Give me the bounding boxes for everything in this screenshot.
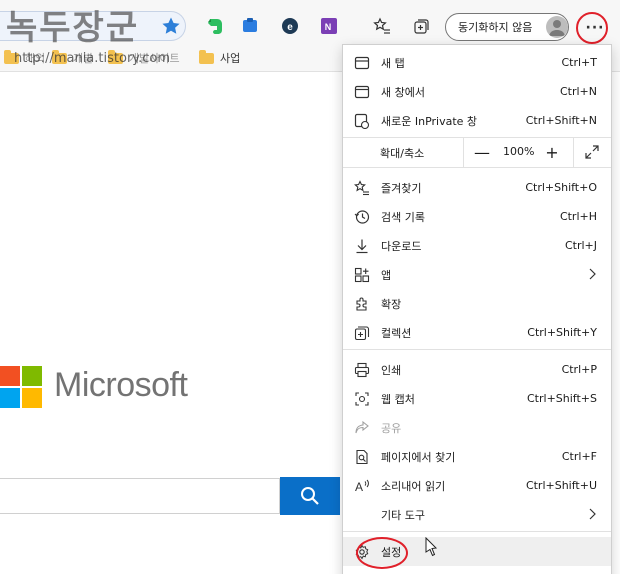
inprivate-icon <box>354 113 370 129</box>
menu-item-label: 새로운 InPrivate 창 <box>381 114 478 128</box>
microsoft-brand: Microsoft <box>54 366 188 404</box>
avatar[interactable] <box>546 16 568 38</box>
menu-item-shortcut: Ctrl+H <box>559 210 597 223</box>
svg-text:A: A <box>355 480 363 494</box>
fullscreen-icon[interactable] <box>583 143 601 161</box>
menu-item-shortcut: Ctrl+F <box>561 450 597 463</box>
menu-item-shortcut: Ctrl+Shift+U <box>525 479 597 492</box>
menu-separator <box>343 531 611 532</box>
menu-item-history[interactable]: 검색 기록 Ctrl+H <box>343 202 611 231</box>
menu-item-label: 공유 <box>381 421 402 435</box>
menu-item-label: 검색 기록 <box>381 210 425 224</box>
menu-item-downloads[interactable]: 다운로드 Ctrl+J <box>343 231 611 260</box>
zoom-value: 100% <box>503 145 535 158</box>
menu-separator <box>343 167 611 168</box>
star-icon[interactable] <box>160 15 182 37</box>
read-aloud-icon: A <box>354 478 370 494</box>
menu-item-new-tab[interactable]: 새 탭 Ctrl+T <box>343 48 611 77</box>
menu-item-label: 즐겨찾기 <box>381 181 422 195</box>
collections-icon[interactable] <box>410 15 432 37</box>
menu-item-apps[interactable]: 앱 <box>343 260 611 289</box>
e-icon[interactable]: e <box>279 15 301 37</box>
menu-item-print[interactable]: 인쇄 Ctrl+P <box>343 355 611 384</box>
menu-item-collections[interactable]: 컬렉션 Ctrl+Shift+Y <box>343 318 611 347</box>
settings-icon <box>354 544 370 560</box>
folder-icon <box>199 49 214 64</box>
search-button[interactable] <box>280 477 340 515</box>
menu-item-favorites[interactable]: 즐겨찾기 Ctrl+Shift+O <box>343 173 611 202</box>
menu-item-label: 컬렉션 <box>381 326 412 340</box>
menu-item-new-window[interactable]: 새 창에서 Ctrl+N <box>343 77 611 106</box>
microsoft-logo-icon <box>0 366 44 410</box>
menu-item-label: 새 탭 <box>381 56 405 70</box>
menu-item-label: 페이지에서 찾기 <box>381 450 456 464</box>
menu-item-settings[interactable]: 설정 <box>343 537 611 566</box>
favorites-bar-icon[interactable] <box>371 15 393 37</box>
menu-item-shortcut: Ctrl+N <box>559 85 597 98</box>
settings-menu: 새 탭 Ctrl+T 새 창에서 Ctrl+N 새로운 InPrivate 창 … <box>342 44 612 574</box>
zoom-in-button[interactable]: + <box>541 141 563 163</box>
menu-item-label: 앱 <box>381 268 392 282</box>
zoom-label: 확대/축소 <box>380 147 425 160</box>
menu-item-extensions[interactable]: 확장 <box>343 289 611 318</box>
share-icon <box>354 420 370 436</box>
collections-icon <box>354 325 370 341</box>
chevron-right-icon <box>585 507 599 521</box>
menu-item-label: 다운로드 <box>381 239 422 253</box>
menu-item-label: 웹 캡처 <box>381 392 415 406</box>
search-input[interactable] <box>0 478 280 514</box>
menu-item-label: 설정 <box>381 545 402 559</box>
new-tab-icon <box>354 55 370 71</box>
onenote-icon[interactable]: N <box>318 15 340 37</box>
menu-item-more-tools[interactable]: 기타 도구 <box>343 500 611 529</box>
edge-ext-icon[interactable] <box>239 15 261 37</box>
download-icon <box>354 238 370 254</box>
menu-item-label: 인쇄 <box>381 363 402 377</box>
chevron-right-icon <box>585 267 599 281</box>
menu-item-label: 확장 <box>381 297 402 311</box>
web-capture-icon <box>354 391 370 407</box>
find-icon <box>354 449 370 465</box>
bookmark-label: 사업 <box>220 52 241 65</box>
menu-item-shortcut: Ctrl+J <box>564 239 597 252</box>
bookmark-folder-business[interactable]: 사업 <box>199 49 241 66</box>
zoom-row: 확대/축소 — 100% + <box>343 137 611 167</box>
svg-text:N: N <box>325 22 332 32</box>
menu-item-web-capture[interactable]: 웹 캡처 Ctrl+Shift+S <box>343 384 611 413</box>
print-icon <box>354 362 370 378</box>
watermark-url: http://mania.tistory.com <box>14 51 171 66</box>
menu-item-shortcut: Ctrl+Shift+S <box>527 392 597 405</box>
menu-item-label: 기타 도구 <box>381 508 425 522</box>
apps-icon <box>354 267 370 283</box>
watermark-title: 녹두장군 <box>6 8 140 48</box>
more-icon: ··· <box>585 20 605 36</box>
menu-item-shortcut: Ctrl+T <box>561 56 597 69</box>
menu-item-shortcut: Ctrl+Shift+N <box>525 114 597 127</box>
favorites-icon <box>354 180 370 196</box>
menu-item-shortcut: Ctrl+Shift+O <box>525 181 597 194</box>
menu-item-find[interactable]: 페이지에서 찾기 Ctrl+F <box>343 442 611 471</box>
divider <box>573 137 574 167</box>
menu-item-shortcut: Ctrl+Shift+Y <box>527 326 597 339</box>
more-menu-button[interactable]: ··· <box>582 15 608 41</box>
new-window-icon <box>354 84 370 100</box>
menu-item-label: 새 창에서 <box>381 85 425 99</box>
menu-item-label: 소리내어 읽기 <box>381 479 446 493</box>
menu-item-inprivate[interactable]: 새로운 InPrivate 창 Ctrl+Shift+N <box>343 106 611 135</box>
sync-label: 동기화하지 않음 <box>458 21 533 34</box>
extensions-icon <box>354 296 370 312</box>
menu-item-share[interactable]: 공유 <box>343 413 611 442</box>
menu-separator <box>343 349 611 350</box>
svg-text:e: e <box>287 22 293 33</box>
history-icon <box>354 209 370 225</box>
mouse-cursor-icon <box>425 536 439 557</box>
divider <box>463 137 464 167</box>
zoom-out-button[interactable]: — <box>471 141 493 163</box>
search-icon <box>301 487 319 505</box>
evernote-icon[interactable] <box>204 15 226 37</box>
menu-item-read-aloud[interactable]: A 소리내어 읽기 Ctrl+Shift+U <box>343 471 611 500</box>
menu-item-shortcut: Ctrl+P <box>561 363 597 376</box>
